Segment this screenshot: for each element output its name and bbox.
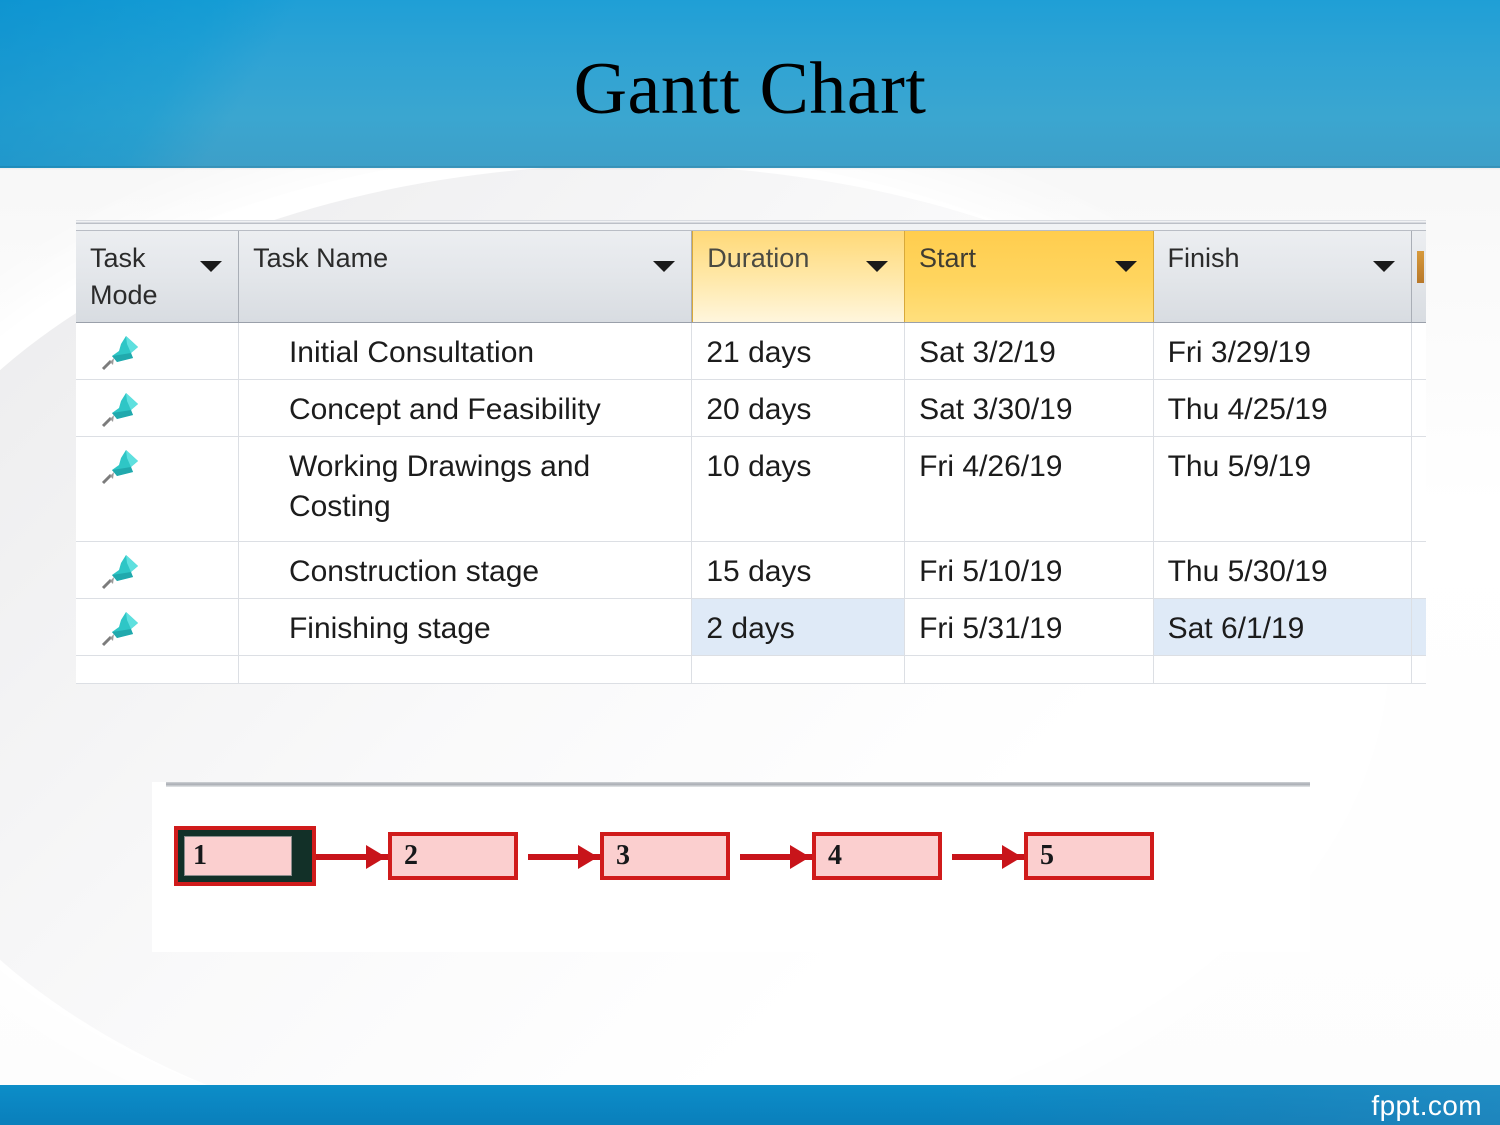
column-header-start[interactable]: Start: [905, 231, 1154, 322]
network-node-4[interactable]: 4: [812, 832, 942, 880]
network-node-2[interactable]: 2: [388, 832, 518, 880]
cell-finish[interactable]: Fri 3/29/19: [1154, 323, 1412, 379]
cell-duration[interactable]: 15 days: [692, 542, 906, 598]
table-row[interactable]: Working Drawings and Costing 10 days Fri…: [76, 437, 1426, 542]
cell-task-name[interactable]: Working Drawings and Costing: [239, 437, 693, 541]
table-row[interactable]: Initial Consultation 21 days Sat 3/2/19 …: [76, 323, 1426, 380]
network-arrow-2-3-icon: [578, 845, 598, 869]
cell-truncated: [1412, 542, 1426, 598]
cell-truncated: [1412, 380, 1426, 436]
network-diagram: 1 2 3 4 5: [152, 782, 1310, 952]
footer-brand: fppt.com: [1371, 1090, 1482, 1121]
table-top-gap: [76, 224, 1426, 231]
network-node-3[interactable]: 3: [600, 832, 730, 880]
cell-finish[interactable]: Thu 5/9/19: [1154, 437, 1412, 541]
slide-footer-band: [0, 1085, 1500, 1125]
pushpin-icon: [101, 555, 138, 590]
network-node-3-label: 3: [616, 840, 630, 871]
cell-task-mode[interactable]: [76, 599, 239, 655]
network-diagram-divider: [166, 782, 1310, 787]
cell-truncated: [1412, 437, 1426, 541]
network-node-5[interactable]: 5: [1024, 832, 1154, 880]
column-header-task-name[interactable]: Task Name: [239, 231, 693, 322]
cell-start[interactable]: Fri 5/10/19: [905, 542, 1154, 598]
cell-task-mode[interactable]: [76, 323, 239, 379]
network-node-4-label: 4: [828, 840, 842, 871]
pushpin-icon: [101, 393, 138, 428]
column-header-finish[interactable]: Finish: [1153, 231, 1412, 322]
table-row-empty[interactable]: [76, 656, 1426, 684]
cell-task-mode[interactable]: [76, 656, 239, 683]
cell-task-name[interactable]: Finishing stage: [239, 599, 693, 655]
filter-chevron-down-icon[interactable]: [866, 261, 889, 272]
network-node-2-label: 2: [404, 840, 418, 871]
cell-truncated: [1412, 323, 1426, 379]
cell-task-name[interactable]: Initial Consultation: [239, 323, 693, 379]
cell-start[interactable]: Fri 5/31/19: [905, 599, 1154, 655]
cell-start[interactable]: [905, 656, 1154, 683]
start-label: Start: [919, 243, 977, 273]
pushpin-icon: [101, 336, 138, 371]
network-node-1-inner: 1: [184, 836, 292, 876]
task-name-label: Task Name: [253, 243, 389, 273]
column-header-task-mode[interactable]: Task Mode: [76, 231, 240, 322]
cell-finish[interactable]: Thu 5/30/19: [1154, 542, 1412, 598]
table-row[interactable]: Finishing stage 2 days Fri 5/31/19 Sat 6…: [76, 599, 1426, 656]
network-arrow-4-5-icon: [1002, 845, 1022, 869]
filter-chevron-down-icon[interactable]: [1114, 261, 1137, 272]
pushpin-icon: [101, 450, 138, 485]
cell-task-name[interactable]: Concept and Feasibility: [239, 380, 693, 436]
cell-truncated: [1412, 599, 1426, 655]
slide-canvas: Gantt Chart Task Mode Task Name Duration…: [0, 0, 1500, 1125]
pushpin-icon: [101, 612, 138, 647]
cell-duration[interactable]: 20 days: [692, 380, 906, 436]
network-diagram-canvas: 1 2 3 4 5: [152, 800, 1310, 930]
cell-task-mode[interactable]: [76, 380, 239, 436]
network-arrow-3-4-icon: [790, 845, 810, 869]
duration-label: Duration: [707, 243, 810, 273]
cell-duration[interactable]: 10 days: [692, 437, 906, 541]
cell-start[interactable]: Sat 3/2/19: [905, 323, 1154, 379]
cell-finish[interactable]: [1154, 656, 1412, 683]
slide-header-edge: [0, 166, 1500, 170]
filter-chevron-down-icon[interactable]: [653, 261, 676, 272]
cell-task-name[interactable]: [239, 656, 693, 683]
network-arrow-1-2-icon: [366, 845, 386, 869]
table-row[interactable]: Construction stage 15 days Fri 5/10/19 T…: [76, 542, 1426, 599]
network-node-1-label: 1: [193, 840, 207, 871]
network-node-5-label: 5: [1040, 840, 1054, 871]
task-mode-label-line2: Mode: [90, 280, 158, 311]
table-header-row: Task Mode Task Name Duration Start Finis…: [76, 231, 1426, 323]
project-task-table: Task Mode Task Name Duration Start Finis…: [76, 220, 1426, 684]
finish-label: Finish: [1167, 243, 1240, 273]
cell-duration[interactable]: 21 days: [692, 323, 906, 379]
cell-truncated: [1412, 656, 1426, 683]
cell-task-name[interactable]: Construction stage: [239, 542, 693, 598]
filter-chevron-down-icon[interactable]: [1373, 261, 1395, 272]
table-row[interactable]: Concept and Feasibility 20 days Sat 3/30…: [76, 380, 1426, 437]
cell-duration[interactable]: 2 days: [692, 599, 906, 655]
cell-task-mode[interactable]: [76, 542, 239, 598]
cell-duration[interactable]: [692, 656, 906, 683]
cell-start[interactable]: Fri 4/26/19: [905, 437, 1154, 541]
page-title: Gantt Chart: [573, 48, 927, 130]
cell-finish[interactable]: Sat 6/1/19: [1153, 599, 1412, 655]
column-header-duration[interactable]: Duration: [692, 231, 906, 322]
cell-task-mode[interactable]: [76, 437, 239, 541]
truncated-column-sliver: [1417, 251, 1424, 283]
network-node-1[interactable]: 1: [174, 826, 316, 886]
filter-chevron-down-icon[interactable]: [200, 261, 223, 272]
cell-finish[interactable]: Thu 4/25/19: [1154, 380, 1412, 436]
cell-start[interactable]: Sat 3/30/19: [905, 380, 1154, 436]
column-header-truncated: [1412, 231, 1426, 322]
